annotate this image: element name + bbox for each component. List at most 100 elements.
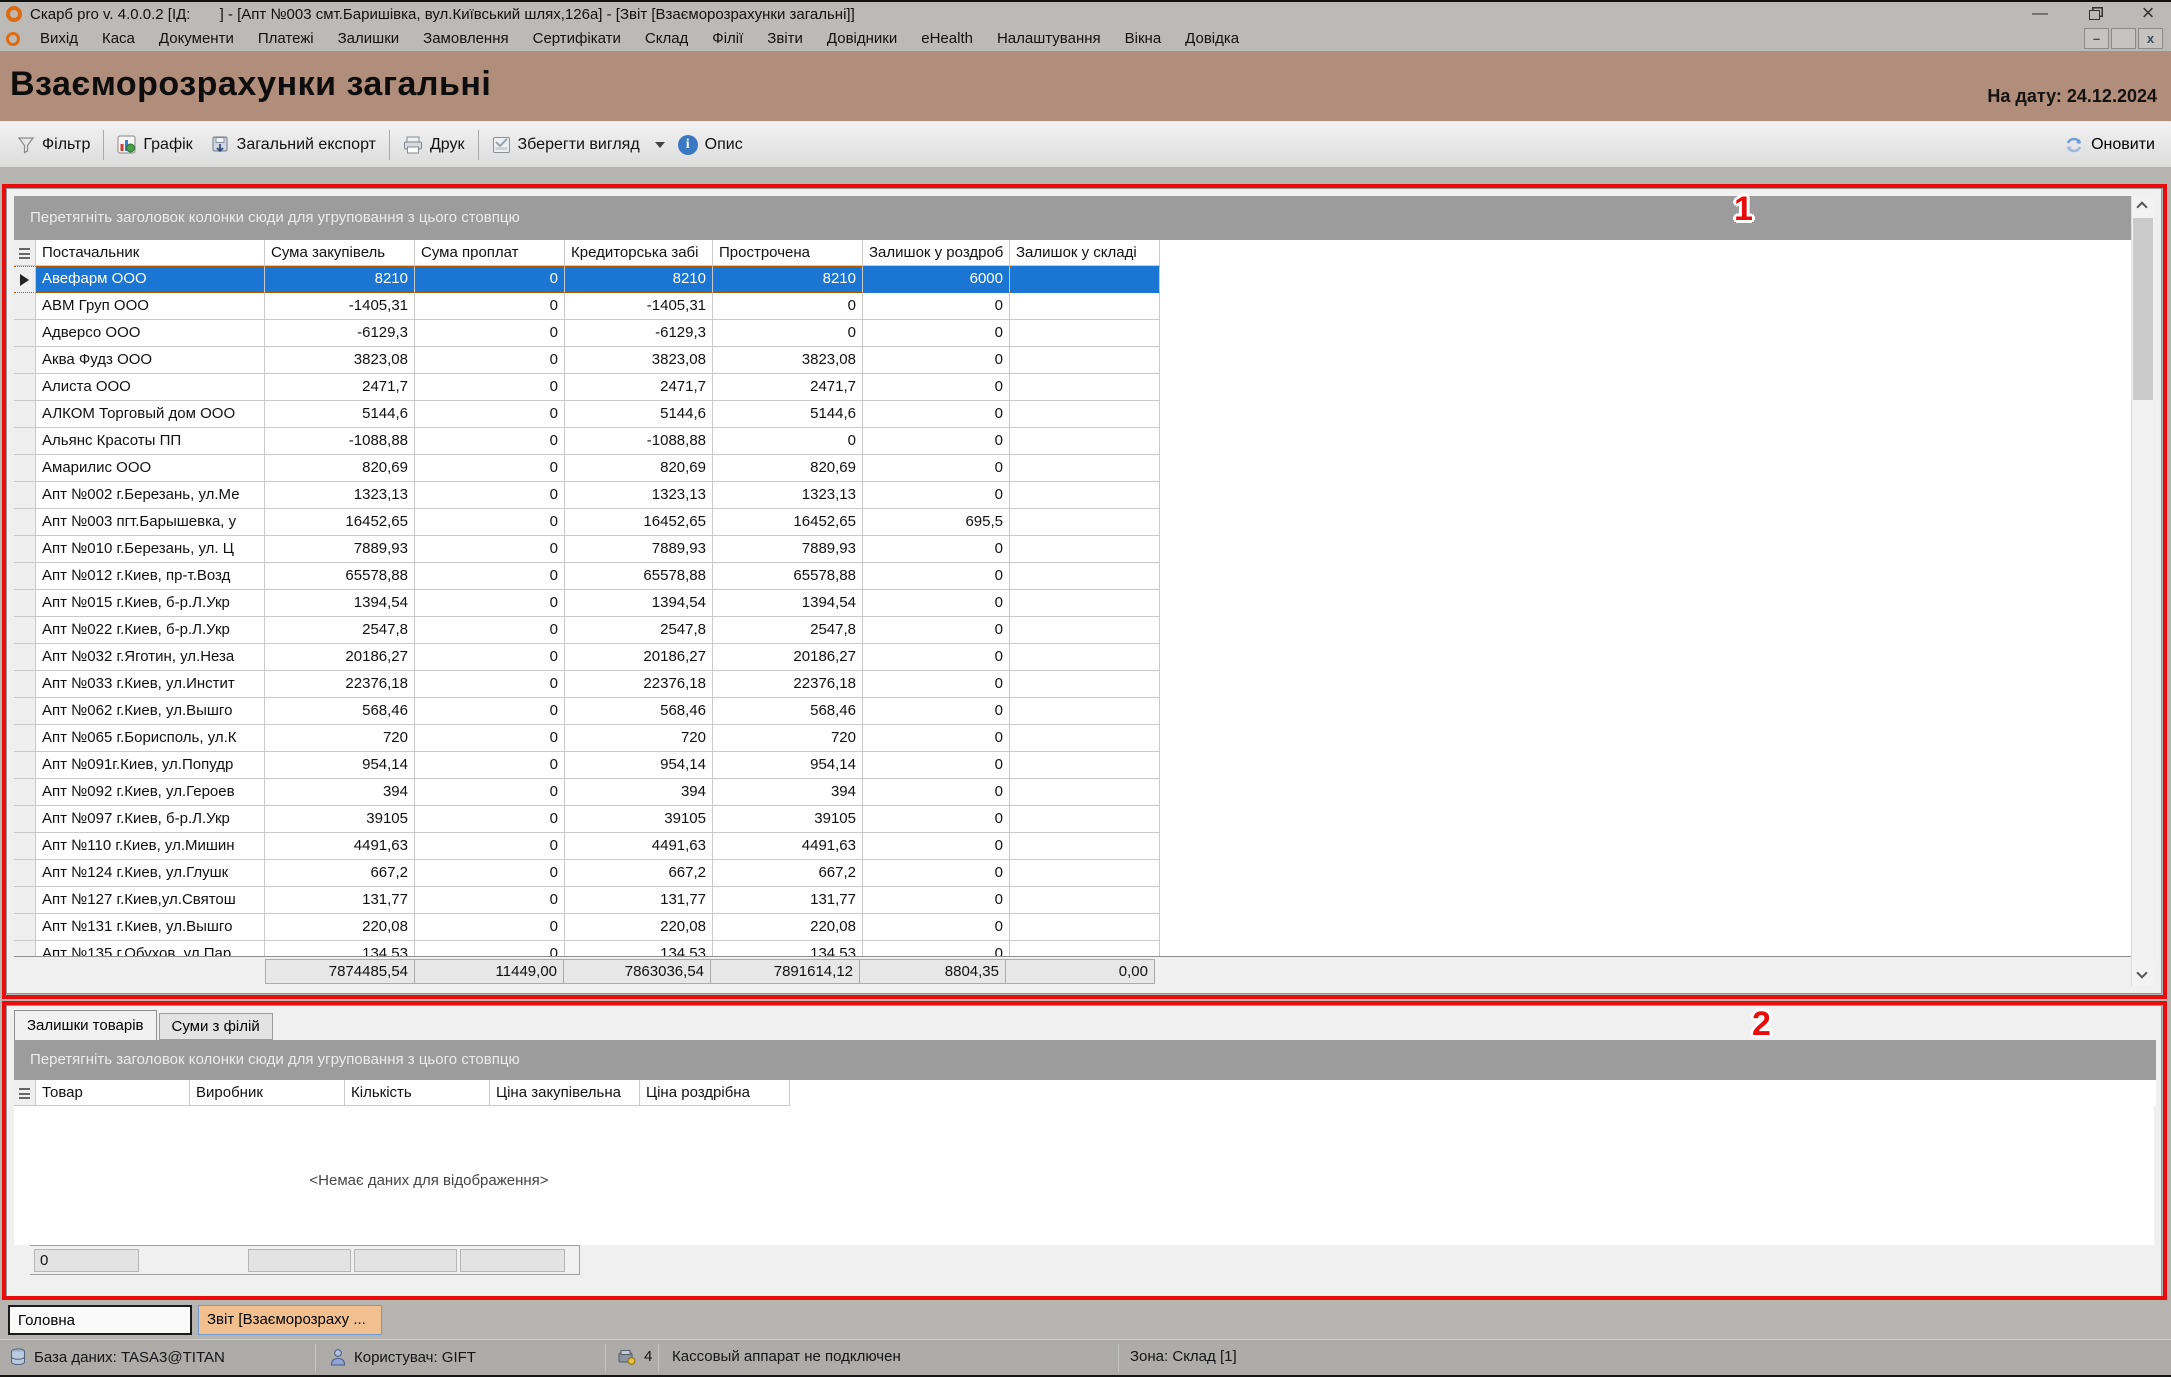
value-cell[interactable]: 695,5 [863,509,1010,536]
value-cell[interactable]: 0 [415,347,565,374]
column-header[interactable]: Прострочена [713,240,863,266]
value-cell[interactable]: 2547,8 [713,617,863,644]
value-cell[interactable]: 2547,8 [265,617,415,644]
value-cell[interactable]: 4491,63 [565,833,713,860]
value-cell[interactable]: 0 [863,914,1010,941]
value-cell[interactable]: 954,14 [265,752,415,779]
value-cell[interactable] [1010,752,1160,779]
table-row[interactable]: Апт №012 г.Киев, пр-т.Возд65578,88065578… [14,563,2134,590]
scroll-down-button[interactable] [2132,966,2154,986]
value-cell[interactable]: 1394,54 [565,590,713,617]
value-cell[interactable]: 2471,7 [713,374,863,401]
tab-branch-sums[interactable]: Суми з філій [159,1013,273,1040]
value-cell[interactable]: 0 [415,752,565,779]
value-cell[interactable]: 667,2 [713,860,863,887]
value-cell[interactable] [1010,347,1160,374]
value-cell[interactable]: 0 [415,563,565,590]
value-cell[interactable]: 3823,08 [265,347,415,374]
value-cell[interactable]: 39105 [565,806,713,833]
value-cell[interactable]: 0 [863,725,1010,752]
value-cell[interactable]: 0 [415,698,565,725]
value-cell[interactable] [1010,563,1160,590]
value-cell[interactable] [1010,428,1160,455]
menu-item[interactable]: Налаштування [985,28,1113,49]
value-cell[interactable]: 5144,6 [565,401,713,428]
value-cell[interactable]: 3823,08 [713,347,863,374]
value-cell[interactable]: 0 [863,320,1010,347]
window-tab-report[interactable]: Звіт [Взаєморозраху ... [198,1305,382,1335]
supplier-cell[interactable]: Апт №127 г.Киев,ул.Святош [36,887,265,914]
value-cell[interactable]: 0 [415,428,565,455]
value-cell[interactable]: 39105 [265,806,415,833]
value-cell[interactable] [1010,698,1160,725]
value-cell[interactable] [1010,779,1160,806]
close-button[interactable]: × [2135,4,2161,24]
value-cell[interactable]: 0 [415,536,565,563]
value-cell[interactable]: 954,14 [565,752,713,779]
value-cell[interactable]: 667,2 [265,860,415,887]
value-cell[interactable]: 220,08 [265,914,415,941]
value-cell[interactable] [1010,806,1160,833]
mdi-restore-button[interactable] [2111,28,2136,49]
value-cell[interactable]: 1323,13 [565,482,713,509]
value-cell[interactable]: 954,14 [713,752,863,779]
value-cell[interactable]: 0 [863,374,1010,401]
column-header[interactable]: Ціна роздрібна [640,1080,790,1106]
value-cell[interactable]: 0 [863,860,1010,887]
grid-properties-icon[interactable] [14,1080,36,1106]
menu-item[interactable]: Вікна [1113,28,1174,49]
value-cell[interactable] [1010,374,1160,401]
value-cell[interactable]: 394 [713,779,863,806]
value-cell[interactable] [1010,833,1160,860]
supplier-cell[interactable]: Альянс Красоты ПП [36,428,265,455]
table-row[interactable]: Апт №032 г.Яготин, ул.Неза20186,27020186… [14,644,2134,671]
supplier-cell[interactable]: Апт №033 г.Киев, ул.Инстит [36,671,265,698]
supplier-cell[interactable]: АВМ Груп ООО [36,293,265,320]
table-row[interactable]: АВМ Груп ООО-1405,310-1405,3100 [14,293,2134,320]
supplier-cell[interactable]: Апт №032 г.Яготин, ул.Неза [36,644,265,671]
value-cell[interactable]: -1088,88 [565,428,713,455]
vertical-scrollbar[interactable] [2131,196,2153,986]
value-cell[interactable]: 0 [863,941,1010,956]
value-cell[interactable]: 0 [863,563,1010,590]
supplier-cell[interactable]: Апт №010 г.Березань, ул. Ц [36,536,265,563]
value-cell[interactable] [1010,644,1160,671]
value-cell[interactable]: 65578,88 [713,563,863,590]
value-cell[interactable]: 820,69 [265,455,415,482]
value-cell[interactable]: 220,08 [565,914,713,941]
value-cell[interactable]: 0 [415,887,565,914]
supplier-cell[interactable]: Апт №091г.Киев, ул.Попудр [36,752,265,779]
value-cell[interactable]: 20186,27 [265,644,415,671]
supplier-cell[interactable]: Апт №124 г.Киев, ул.Глушк [36,860,265,887]
value-cell[interactable]: 0 [713,428,863,455]
value-cell[interactable]: 720 [265,725,415,752]
table-row[interactable]: Амарилис ООО820,690820,69820,690 [14,455,2134,482]
chart-button[interactable]: Графік [108,128,201,162]
value-cell[interactable] [1010,590,1160,617]
value-cell[interactable]: 0 [863,833,1010,860]
value-cell[interactable]: 0 [415,914,565,941]
value-cell[interactable]: 0 [415,671,565,698]
value-cell[interactable] [1010,941,1160,956]
value-cell[interactable]: 2471,7 [265,374,415,401]
value-cell[interactable]: 1323,13 [265,482,415,509]
value-cell[interactable]: -1405,31 [565,293,713,320]
value-cell[interactable]: 6000 [863,266,1010,293]
value-cell[interactable] [1010,266,1160,293]
value-cell[interactable]: 22376,18 [713,671,863,698]
value-cell[interactable]: 0 [415,941,565,956]
table-row[interactable]: Апт №091г.Киев, ул.Попудр954,140954,1495… [14,752,2134,779]
value-cell[interactable]: 0 [713,320,863,347]
value-cell[interactable] [1010,293,1160,320]
table-row[interactable]: Апт №065 г.Борисполь, ул.К72007207200 [14,725,2134,752]
value-cell[interactable]: 0 [863,590,1010,617]
value-cell[interactable]: 39105 [713,806,863,833]
column-header[interactable]: Ціна закупівельна [490,1080,640,1106]
value-cell[interactable]: 820,69 [565,455,713,482]
value-cell[interactable]: 0 [863,482,1010,509]
table-row[interactable]: Апт №033 г.Киев, ул.Инстит22376,18022376… [14,671,2134,698]
supplier-cell[interactable]: Апт №015 г.Киев, б-р.Л.Укр [36,590,265,617]
column-header[interactable]: Кількість [345,1080,490,1106]
supplier-cell[interactable]: Авефарм ООО [36,266,265,293]
value-cell[interactable]: 0 [863,752,1010,779]
